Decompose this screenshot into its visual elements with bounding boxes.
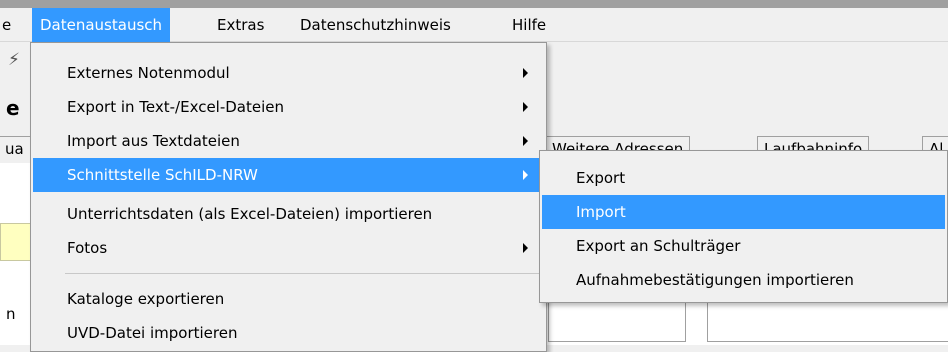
menu-extras[interactable]: Extras: [209, 8, 272, 42]
submenu-arrow-icon: [523, 102, 528, 112]
menu-partial[interactable]: e: [0, 8, 19, 42]
tab-partial[interactable]: ua: [0, 136, 31, 163]
title-bar-edge: [0, 0, 948, 8]
menu-item-fotos[interactable]: Fotos: [33, 231, 544, 265]
submenu-item-export[interactable]: Export: [542, 161, 945, 195]
partial-label: n: [6, 305, 16, 323]
menu-item-label: Kataloge exportieren: [67, 290, 225, 308]
submenu-arrow-icon: [523, 136, 528, 146]
menu-bar: e Datenaustausch Extras Datenschutzhinwe…: [0, 8, 948, 42]
menu-item-schnittstelle-schild-nrw[interactable]: Schnittstelle SchILD-NRW: [33, 158, 544, 192]
menu-item-unterrichtsdaten[interactable]: Unterrichtsdaten (als Excel-Dateien) imp…: [33, 197, 544, 231]
menu-hilfe[interactable]: Hilfe: [504, 8, 554, 42]
submenu-arrow-icon: [523, 68, 528, 78]
datenaustausch-menu: Externes Notenmodul Export in Text-/Exce…: [30, 42, 547, 352]
menu-item-label: Export an Schulträger: [576, 237, 741, 255]
submenu-item-import[interactable]: Import: [542, 195, 945, 229]
menu-item-kataloge-exportieren[interactable]: Kataloge exportieren: [33, 282, 544, 316]
toolbar-icon[interactable]: ⚡: [8, 50, 20, 70]
submenu-arrow-icon: [523, 243, 528, 253]
text-field-2[interactable]: [707, 302, 948, 342]
menu-item-label: UVD-Datei importieren: [67, 324, 238, 342]
menu-datenaustausch[interactable]: Datenaustausch: [32, 8, 171, 42]
submenu-arrow-icon: [523, 170, 528, 180]
menu-item-label: Unterrichtsdaten (als Excel-Dateien) imp…: [67, 205, 433, 223]
menu-item-label: Import: [576, 203, 626, 221]
partial-heading: e: [6, 96, 20, 120]
menu-item-label: Aufnahmebestätigungen importieren: [576, 271, 854, 289]
menu-item-import-textdateien[interactable]: Import aus Textdateien: [33, 124, 544, 158]
submenu-item-aufnahmebestaetigungen[interactable]: Aufnahmebestätigungen importieren: [542, 263, 945, 297]
menu-separator: [65, 273, 542, 274]
menu-item-externes-notenmodul[interactable]: Externes Notenmodul: [33, 56, 544, 90]
menu-datenschutzhinweis[interactable]: Datenschutzhinweis: [292, 8, 459, 42]
menu-item-export-text-excel[interactable]: Export in Text-/Excel-Dateien: [33, 90, 544, 124]
schild-submenu: Export Import Export an Schulträger Aufn…: [539, 150, 948, 303]
menu-item-label: Externes Notenmodul: [67, 64, 230, 82]
submenu-item-export-schultraeger[interactable]: Export an Schulträger: [542, 229, 945, 263]
text-field-1[interactable]: [548, 302, 686, 342]
menu-item-label: Export: [576, 169, 626, 187]
menu-item-label: Fotos: [67, 239, 108, 257]
menu-item-label: Import aus Textdateien: [67, 132, 240, 150]
menu-item-label: Export in Text-/Excel-Dateien: [67, 98, 285, 116]
menu-item-label: Schnittstelle SchILD-NRW: [67, 166, 258, 184]
